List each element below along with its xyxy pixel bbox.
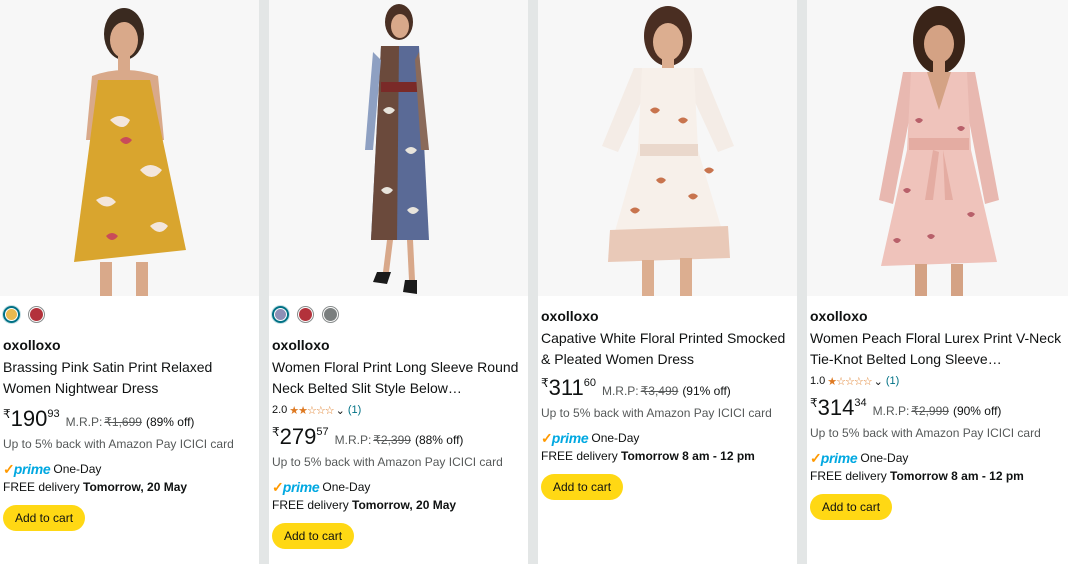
price-fraction: 60 bbox=[583, 377, 596, 389]
add-to-cart-button[interactable]: Add to cart bbox=[810, 494, 893, 520]
delivery-info: FREE delivery Tomorrow 8 am - 12 pm bbox=[810, 468, 1064, 484]
discount-percent: (90% off) bbox=[952, 404, 1002, 418]
mrp-value: ₹3,499 bbox=[640, 384, 679, 398]
prime-speed: One-Day bbox=[53, 462, 102, 476]
color-swatches bbox=[272, 306, 524, 323]
color-swatch-selected[interactable] bbox=[3, 306, 20, 323]
product-image[interactable] bbox=[807, 0, 1068, 296]
product-card: oxolloxo Brassing Pink Satin Print Relax… bbox=[0, 0, 259, 564]
cashback-offer: Up to 5% back with Amazon Pay ICICI card bbox=[272, 455, 503, 469]
price-fraction: 34 bbox=[854, 397, 867, 409]
product-title-link[interactable]: Brassing Pink Satin Print Relaxed Women … bbox=[3, 357, 255, 399]
delivery-prefix: FREE delivery bbox=[810, 469, 887, 483]
mrp-value: ₹2,999 bbox=[911, 404, 949, 418]
prime-badge: ✓ prime One-Day bbox=[3, 461, 255, 478]
rating-count-link[interactable]: (1) bbox=[348, 404, 361, 416]
prime-logo: prime bbox=[13, 461, 51, 477]
add-to-cart-button[interactable]: Add to cart bbox=[272, 523, 355, 549]
chevron-down-icon[interactable]: ⌄ bbox=[874, 375, 883, 388]
delivery-prefix: FREE delivery bbox=[3, 480, 80, 494]
product-brand: oxolloxo bbox=[541, 308, 599, 324]
rating-value: 2.0 bbox=[272, 404, 288, 416]
prime-badge: ✓ prime One-Day bbox=[541, 430, 793, 447]
delivery-info: FREE delivery Tomorrow 8 am - 12 pm bbox=[541, 448, 793, 464]
product-image[interactable] bbox=[538, 0, 797, 296]
price-row: ₹ 314 34 M.R.P: ₹2,999 (90% off) bbox=[810, 396, 1064, 420]
add-to-cart-button[interactable]: Add to cart bbox=[3, 505, 86, 531]
price-fraction: 57 bbox=[316, 426, 329, 438]
mrp-label: M.R.P: bbox=[65, 415, 103, 429]
product-card: oxolloxo Capative White Floral Printed S… bbox=[538, 0, 797, 564]
cashback-offer: Up to 5% back with Amazon Pay ICICI card bbox=[541, 406, 772, 420]
rating-row[interactable]: 1.0 ★☆☆☆☆ ⌄ (1) bbox=[810, 373, 1064, 389]
prime-logo: prime bbox=[820, 450, 858, 466]
delivery-date: Tomorrow, 20 May bbox=[352, 498, 457, 512]
price-currency: ₹ bbox=[810, 396, 818, 410]
discount-percent: (89% off) bbox=[145, 415, 195, 429]
prime-speed: One-Day bbox=[322, 480, 371, 494]
color-swatch-selected[interactable] bbox=[272, 306, 289, 323]
swatch-color bbox=[299, 308, 312, 321]
price-whole: 314 bbox=[817, 395, 855, 420]
product-image[interactable] bbox=[0, 0, 259, 296]
prime-speed: One-Day bbox=[591, 431, 640, 445]
price-currency: ₹ bbox=[3, 407, 11, 421]
delivery-info: FREE delivery Tomorrow, 20 May bbox=[3, 479, 255, 495]
delivery-prefix: FREE delivery bbox=[272, 498, 349, 512]
swatch-color bbox=[324, 308, 337, 321]
mrp-value: ₹1,699 bbox=[104, 415, 142, 429]
prime-logo: prime bbox=[282, 479, 320, 495]
mrp-value: ₹2,399 bbox=[373, 433, 411, 447]
swatch-color bbox=[6, 309, 17, 320]
product-brand: oxolloxo bbox=[272, 337, 330, 353]
price-row: ₹ 190 93 M.R.P: ₹1,699 (89% off) bbox=[3, 407, 255, 431]
product-title-link[interactable]: Capative White Floral Printed Smocked & … bbox=[541, 328, 793, 370]
color-swatch[interactable] bbox=[322, 306, 339, 323]
price-fraction: 93 bbox=[47, 408, 60, 420]
chevron-down-icon[interactable]: ⌄ bbox=[336, 404, 345, 417]
star-rating-icon: ★☆☆☆☆ bbox=[827, 375, 872, 388]
mrp-label: M.R.P: bbox=[872, 404, 910, 418]
product-image[interactable] bbox=[269, 0, 528, 296]
price-currency: ₹ bbox=[541, 376, 549, 390]
discount-percent: (91% off) bbox=[682, 384, 731, 398]
price-whole: 279 bbox=[279, 424, 317, 449]
rating-value: 1.0 bbox=[810, 375, 826, 387]
mrp-label: M.R.P: bbox=[601, 384, 639, 398]
cashback-offer: Up to 5% back with Amazon Pay ICICI card bbox=[810, 426, 1041, 440]
cashback-offer: Up to 5% back with Amazon Pay ICICI card bbox=[3, 437, 234, 451]
price-row: ₹ 279 57 M.R.P: ₹2,399 (88% off) bbox=[272, 425, 524, 449]
product-card: oxolloxo Women Peach Floral Lurex Print … bbox=[807, 0, 1068, 564]
product-card: oxolloxo Women Floral Print Long Sleeve … bbox=[269, 0, 528, 564]
mrp-label: M.R.P: bbox=[334, 433, 372, 447]
color-swatches bbox=[3, 306, 255, 323]
delivery-info: FREE delivery Tomorrow, 20 May bbox=[272, 497, 524, 513]
price-whole: 190 bbox=[10, 406, 48, 431]
prime-logo: prime bbox=[551, 430, 589, 446]
prime-badge: ✓ prime One-Day bbox=[810, 450, 1064, 467]
prime-badge: ✓ prime One-Day bbox=[272, 479, 524, 496]
color-swatch[interactable] bbox=[28, 306, 45, 323]
product-brand: oxolloxo bbox=[810, 308, 868, 324]
swatch-color bbox=[275, 309, 286, 320]
rating-count-link[interactable]: (1) bbox=[886, 375, 899, 387]
price-whole: 311 bbox=[548, 375, 584, 400]
price-row: ₹ 311 60 M.R.P: ₹3,499 (91% off) bbox=[541, 376, 793, 400]
swatch-color bbox=[30, 308, 43, 321]
product-title-link[interactable]: Women Peach Floral Lurex Print V-Neck Ti… bbox=[810, 328, 1064, 370]
delivery-date: Tomorrow 8 am - 12 pm bbox=[621, 449, 755, 463]
product-brand: oxolloxo bbox=[3, 337, 61, 353]
add-to-cart-button[interactable]: Add to cart bbox=[541, 474, 624, 500]
delivery-date: Tomorrow, 20 May bbox=[83, 480, 188, 494]
price-currency: ₹ bbox=[272, 425, 280, 439]
prime-speed: One-Day bbox=[860, 451, 909, 465]
delivery-prefix: FREE delivery bbox=[541, 449, 618, 463]
product-title-link[interactable]: Women Floral Print Long Sleeve Round Nec… bbox=[272, 357, 524, 399]
star-rating-icon: ★★☆☆☆ bbox=[289, 404, 334, 417]
delivery-date: Tomorrow 8 am - 12 pm bbox=[890, 469, 1024, 483]
color-swatch[interactable] bbox=[297, 306, 314, 323]
rating-row[interactable]: 2.0 ★★☆☆☆ ⌄ (1) bbox=[272, 402, 524, 418]
discount-percent: (88% off) bbox=[414, 433, 464, 447]
